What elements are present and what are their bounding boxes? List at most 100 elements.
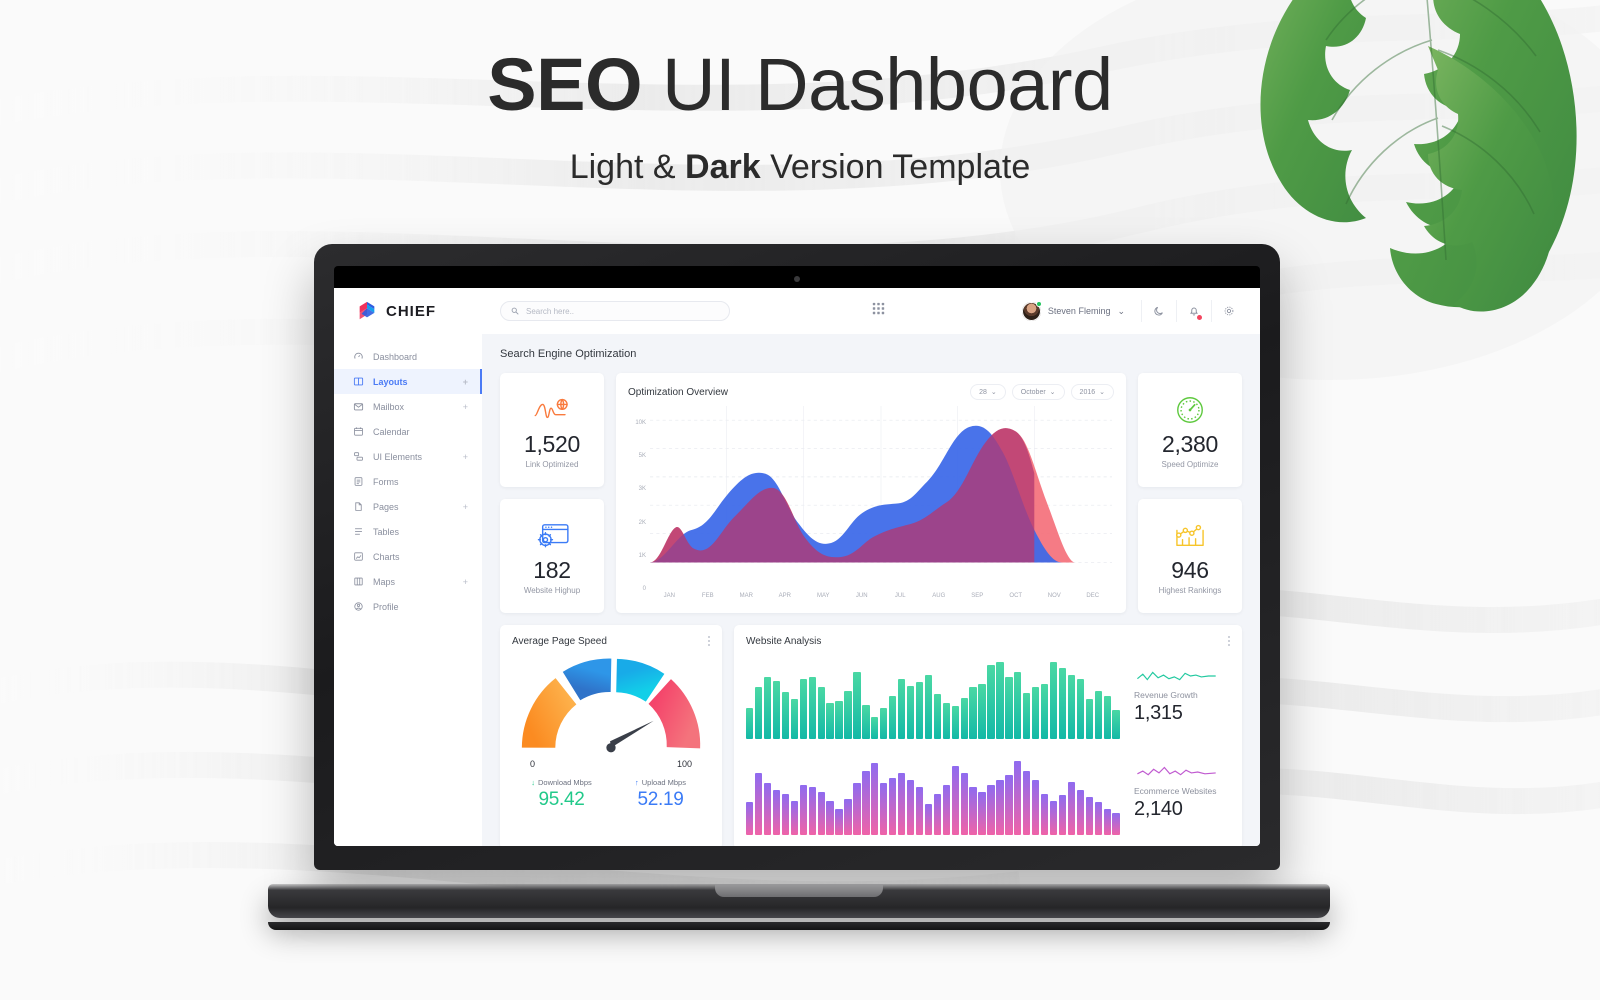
online-status-dot bbox=[1035, 300, 1042, 307]
bar bbox=[817, 687, 825, 739]
search-input[interactable]: Search here.. bbox=[500, 301, 730, 321]
bar bbox=[933, 694, 942, 739]
bar bbox=[1067, 675, 1076, 739]
sidebar-item-layouts[interactable]: Layouts + bbox=[334, 369, 482, 394]
sidebar: Dashboard Layouts + Mailbox + Calendar U… bbox=[334, 334, 482, 846]
bar bbox=[915, 682, 924, 739]
pulse-globe-icon bbox=[533, 391, 571, 429]
sidebar-item-charts[interactable]: Charts bbox=[334, 544, 482, 569]
bar bbox=[996, 779, 1004, 835]
browser-gear-icon bbox=[533, 517, 571, 555]
sidebar-item-ui-elements[interactable]: UI Elements + bbox=[334, 444, 482, 469]
gauge-scale: 0 100 bbox=[512, 759, 710, 769]
stat-value: 1,520 bbox=[523, 430, 581, 457]
bar bbox=[897, 773, 906, 835]
bar bbox=[853, 671, 861, 739]
x-axis: JAN FEB MAR APR MAY JUN JUL AUG SEP OCT … bbox=[650, 593, 1112, 607]
search-placeholder: Search here.. bbox=[526, 306, 575, 316]
moon-icon[interactable] bbox=[1142, 305, 1176, 317]
stat-card-highest-rankings[interactable]: 946 Highest Rankings bbox=[1138, 499, 1242, 613]
more-options-icon[interactable] bbox=[708, 636, 710, 646]
bar bbox=[951, 706, 959, 739]
month-filter-label: October bbox=[1020, 388, 1046, 396]
upload-metric: ↑ Upload Mbps 52.19 bbox=[611, 778, 710, 811]
sidebar-item-maps[interactable]: Maps + bbox=[334, 569, 482, 594]
bar bbox=[1112, 709, 1120, 739]
y-tick: 10K bbox=[635, 419, 646, 426]
year-filter-label: 2016 bbox=[1079, 388, 1096, 396]
gauge-needle bbox=[610, 720, 654, 748]
sidebar-item-forms[interactable]: Forms bbox=[334, 469, 482, 494]
map-icon bbox=[352, 576, 364, 588]
brand-logo[interactable]: CHIEF bbox=[334, 300, 482, 322]
x-tick: FEB bbox=[701, 593, 714, 599]
sidebar-item-profile[interactable]: Profile bbox=[334, 594, 482, 619]
dashboard-app: CHIEF Search here.. Steven Fleming ⌄ Das… bbox=[334, 288, 1260, 846]
expand-icon[interactable]: + bbox=[463, 577, 468, 587]
metric-value: 2,140 bbox=[1134, 798, 1183, 820]
revenue-growth-metric: Revenue Growth 1,315 bbox=[1134, 653, 1230, 739]
expand-icon[interactable]: + bbox=[463, 452, 468, 462]
analysis-body: Revenue Growth 1,315 Ecommerce Websites … bbox=[746, 653, 1230, 841]
bar bbox=[835, 701, 843, 739]
sidebar-label: UI Elements bbox=[373, 451, 423, 462]
right-stats-column: 2,380 Speed Optimize 946 Highest Ranking… bbox=[1138, 373, 1242, 613]
laptop-base bbox=[268, 884, 1330, 918]
sidebar-item-tables[interactable]: Tables bbox=[334, 519, 482, 544]
y-tick: 2K bbox=[638, 519, 646, 526]
bar bbox=[933, 793, 942, 835]
download-value: 95.42 bbox=[538, 789, 585, 810]
user-circle-icon bbox=[352, 601, 364, 613]
bar bbox=[1085, 797, 1093, 835]
bar bbox=[1032, 779, 1040, 835]
user-menu[interactable]: Steven Fleming ⌄ bbox=[1021, 300, 1141, 321]
x-tick: OCT bbox=[1009, 593, 1023, 599]
x-tick: DEC bbox=[1086, 593, 1100, 599]
sidebar-item-pages[interactable]: Pages + bbox=[334, 494, 482, 519]
month-filter-dropdown[interactable]: October ⌄ bbox=[1011, 384, 1065, 400]
poster-stage: SEO UI Dashboard Light & Dark Version Te… bbox=[0, 0, 1600, 1000]
expand-icon[interactable]: + bbox=[463, 402, 468, 412]
laptop-bezel: CHIEF Search here.. Steven Fleming ⌄ Das… bbox=[334, 266, 1260, 846]
speed-metrics: ↓ Download Mbps 95.42 ↑ Upload Mbps 52.1… bbox=[512, 778, 710, 811]
bar bbox=[1103, 809, 1111, 835]
bar bbox=[853, 783, 861, 835]
bar bbox=[880, 708, 888, 739]
bar bbox=[1085, 699, 1093, 739]
bar bbox=[817, 792, 825, 835]
x-tick: NOV bbox=[1047, 593, 1061, 599]
y-tick: 1K bbox=[638, 552, 646, 559]
year-filter-dropdown[interactable]: 2016 ⌄ bbox=[1070, 384, 1114, 400]
metric-value: 1,315 bbox=[1134, 702, 1183, 724]
expand-icon[interactable]: + bbox=[463, 502, 468, 512]
bell-icon[interactable] bbox=[1177, 305, 1211, 320]
stat-card-speed-optimize[interactable]: 2,380 Speed Optimize bbox=[1138, 373, 1242, 487]
stat-card-link-optimized[interactable]: 1,520 Link Optimized bbox=[500, 373, 604, 487]
sidebar-label: Mailbox bbox=[373, 401, 405, 412]
sidebar-item-dashboard[interactable]: Dashboard bbox=[334, 344, 482, 369]
webcam-icon bbox=[794, 276, 800, 282]
sidebar-item-calendar[interactable]: Calendar bbox=[334, 419, 482, 444]
day-filter-dropdown[interactable]: 28 ⌄ bbox=[970, 384, 1006, 400]
day-filter-label: 28 bbox=[979, 388, 987, 396]
bar bbox=[1032, 687, 1040, 739]
bar bbox=[969, 687, 977, 739]
more-options-icon[interactable] bbox=[1228, 636, 1230, 646]
gear-icon[interactable] bbox=[1212, 305, 1246, 317]
hero-heading: SEO UI Dashboard Light & Dark Version Te… bbox=[0, 48, 1600, 187]
sidebar-label: Profile bbox=[373, 601, 399, 612]
upload-label: Upload Mbps bbox=[641, 778, 686, 787]
stat-card-website-highup[interactable]: 182 Website Highup bbox=[500, 499, 604, 613]
sidebar-label: Forms bbox=[373, 476, 399, 487]
header-actions: Steven Fleming ⌄ bbox=[1021, 300, 1246, 322]
section-title: Search Engine Optimization bbox=[500, 348, 637, 360]
bar bbox=[772, 680, 781, 739]
expand-icon[interactable]: + bbox=[463, 377, 468, 387]
bar bbox=[871, 716, 879, 739]
bar bbox=[960, 697, 968, 739]
x-tick: JUN bbox=[855, 593, 868, 599]
bar bbox=[826, 702, 834, 739]
sidebar-item-mailbox[interactable]: Mailbox + bbox=[334, 394, 482, 419]
apps-grid-icon[interactable] bbox=[872, 302, 885, 320]
stat-label: Link Optimized bbox=[525, 460, 579, 470]
